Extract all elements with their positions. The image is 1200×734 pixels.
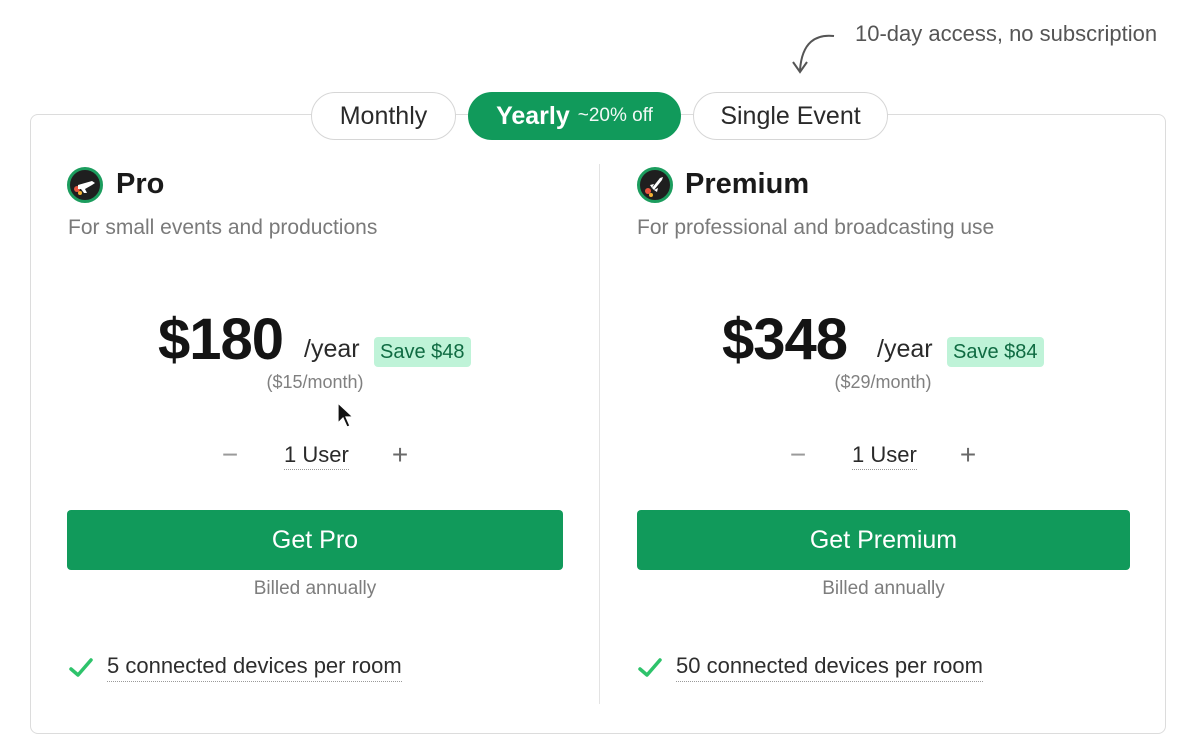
price-pro: $180 <box>158 307 284 372</box>
single-event-callout: 10-day access, no subscription <box>855 21 1158 46</box>
user-count-pro[interactable]: 1 User <box>284 442 349 470</box>
yearly-discount-badge: ~20% off <box>577 105 653 126</box>
check-icon <box>69 657 93 677</box>
price-period-pro: /year <box>304 335 360 363</box>
feature-text: 50 connected devices per room <box>676 653 983 682</box>
plan-description-premium: For professional and broadcasting use <box>637 216 995 239</box>
feature-item-pro: 5 connected devices per room <box>68 653 402 682</box>
plan-divider <box>599 164 600 704</box>
plan-title-pro: Pro <box>116 168 165 200</box>
decrement-users-button-pro[interactable]: − <box>216 440 244 470</box>
check-icon <box>638 657 662 677</box>
user-count-premium[interactable]: 1 User <box>852 442 917 470</box>
increment-users-button-premium[interactable]: + <box>954 440 982 470</box>
get-pro-button[interactable]: Get Pro <box>67 510 563 570</box>
pricing-panel <box>30 114 1166 734</box>
mouse-cursor-icon <box>337 402 355 428</box>
feature-item-premium: 50 connected devices per room <box>637 653 983 682</box>
tab-yearly-label: Yearly <box>496 101 570 130</box>
rocket-icon <box>637 167 673 203</box>
monthly-equivalent-premium: ($29/month) <box>834 372 932 392</box>
plan-title-premium: Premium <box>685 168 810 200</box>
decrement-users-button-premium[interactable]: − <box>784 440 812 470</box>
price-period-premium: /year <box>877 335 933 363</box>
tab-single-event-label: Single Event <box>720 101 861 130</box>
monthly-equivalent-pro: ($15/month) <box>266 372 364 392</box>
savings-badge-pro: Save $48 <box>374 337 471 367</box>
tab-yearly[interactable]: Yearly ~20% off <box>468 92 681 140</box>
plan-description-pro: For small events and productions <box>68 216 378 239</box>
get-premium-button[interactable]: Get Premium <box>637 510 1130 570</box>
increment-users-button-pro[interactable]: + <box>386 440 414 470</box>
tab-monthly-label: Monthly <box>339 101 428 130</box>
billing-note-premium: Billed annually <box>822 578 945 599</box>
feature-text: 5 connected devices per room <box>107 653 402 682</box>
savings-badge-premium: Save $84 <box>947 337 1044 367</box>
tab-single-event[interactable]: Single Event <box>693 92 888 140</box>
price-premium: $348 <box>722 307 848 372</box>
tab-monthly[interactable]: Monthly <box>311 92 456 140</box>
airplane-icon <box>67 167 103 203</box>
curved-arrow-icon <box>792 34 835 74</box>
billing-note-pro: Billed annually <box>253 578 377 599</box>
